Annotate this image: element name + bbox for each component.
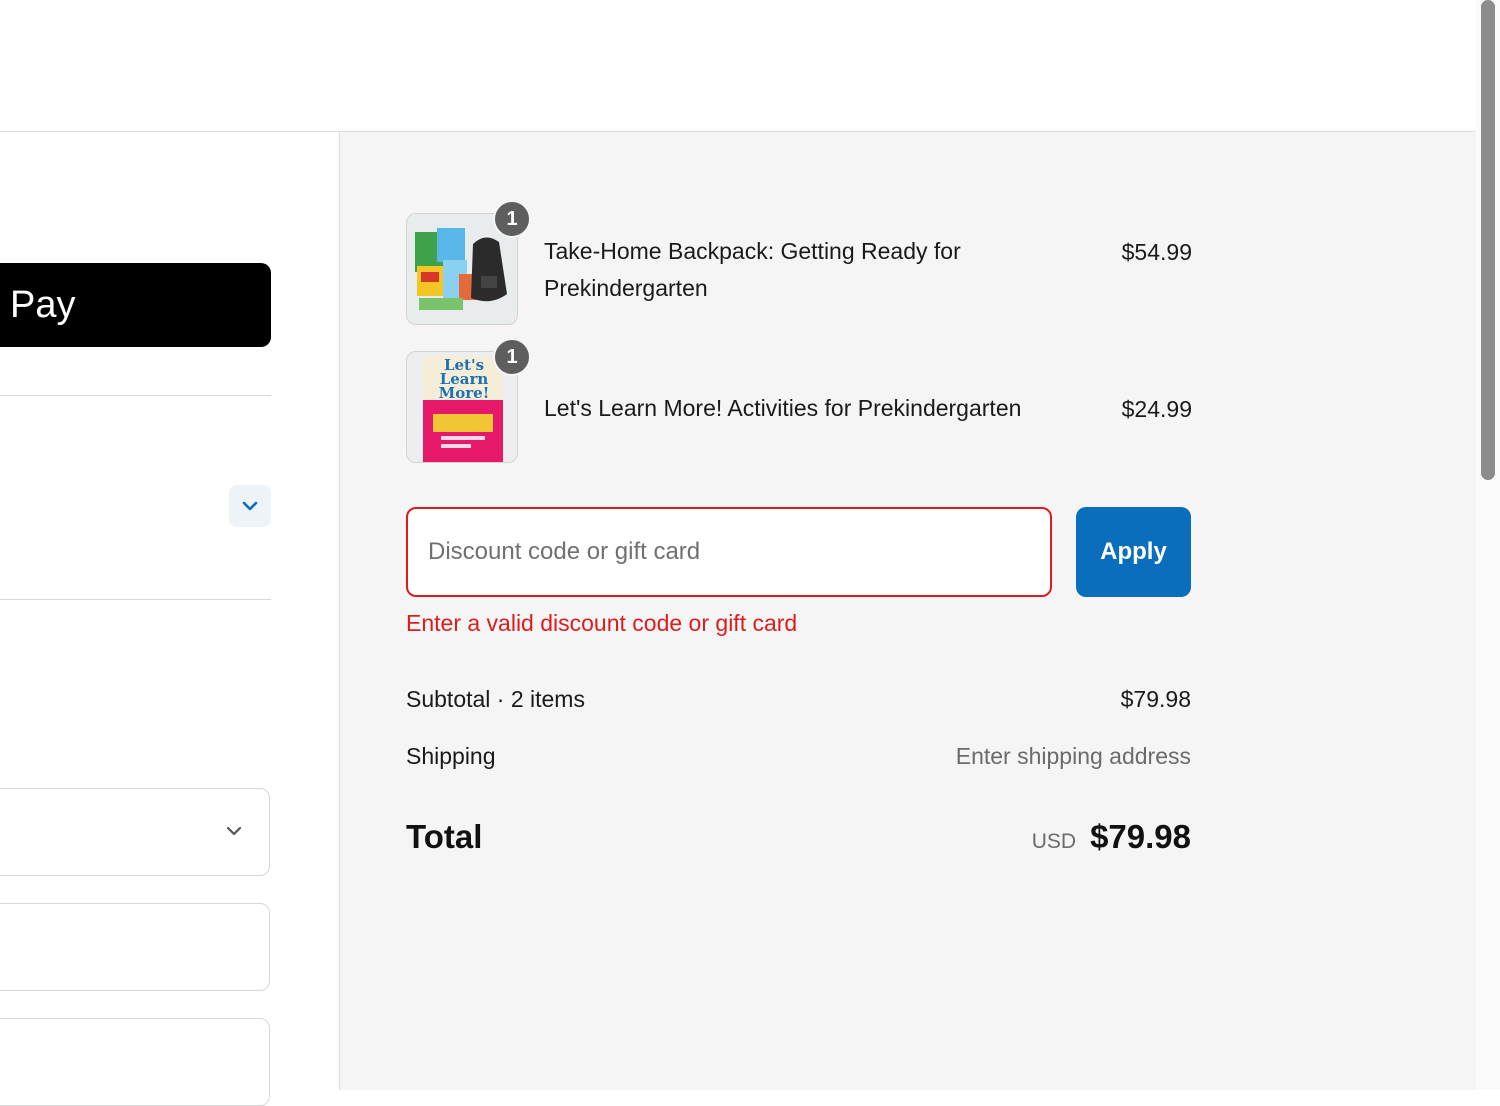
total-value: $79.98	[1090, 818, 1191, 855]
shipping-value: Enter shipping address	[955, 743, 1191, 769]
book-title-text: Let's Learn More!	[438, 356, 490, 402]
text-field[interactable]	[0, 1018, 270, 1106]
text-field[interactable]	[0, 903, 270, 991]
quantity-badge: 1	[493, 200, 531, 238]
subtotal-row: Subtotal · 2 items $79.98	[406, 686, 1191, 713]
divider	[0, 395, 271, 396]
chevron-down-icon	[226, 826, 242, 836]
item-price: $54.99	[1121, 239, 1192, 265]
currency-code: USD	[1031, 830, 1077, 853]
express-pay-button[interactable]: Pay	[0, 263, 271, 347]
expand-toggle-button[interactable]	[229, 485, 271, 527]
line-item: Let's Learn More! 1 Let's Learn More! Ac…	[406, 338, 1192, 463]
subtotal-label: Subtotal · 2 items	[406, 686, 585, 712]
chevron-down-icon	[242, 501, 258, 511]
shipping-label: Shipping	[406, 743, 496, 769]
line-item: 1 Take-Home Backpack: Getting Ready for …	[406, 200, 1192, 325]
scrollbar-thumb[interactable]	[1481, 0, 1495, 480]
header	[0, 0, 1476, 132]
quantity-badge: 1	[493, 338, 531, 376]
divider	[0, 599, 271, 600]
total-label: Total	[406, 818, 483, 855]
apply-button[interactable]: Apply	[1076, 507, 1191, 597]
pay-label: Pay	[10, 283, 76, 326]
item-title: Take-Home Backpack: Getting Ready for Pr…	[544, 238, 961, 301]
discount-error-message: Enter a valid discount code or gift card	[406, 610, 798, 636]
checkout-form-panel: Pay	[0, 132, 340, 1106]
shipping-row: Shipping Enter shipping address	[406, 743, 1191, 770]
discount-code-input[interactable]	[406, 507, 1052, 597]
order-summary: 1 Take-Home Backpack: Getting Ready for …	[340, 132, 1476, 1090]
country-select[interactable]	[0, 788, 270, 876]
item-price: $24.99	[1121, 396, 1192, 422]
total-amount-group: USD $79.98	[1032, 818, 1191, 856]
item-title: Let's Learn More! Activities for Prekind…	[544, 395, 1022, 421]
subtotal-value: $79.98	[1120, 686, 1191, 712]
